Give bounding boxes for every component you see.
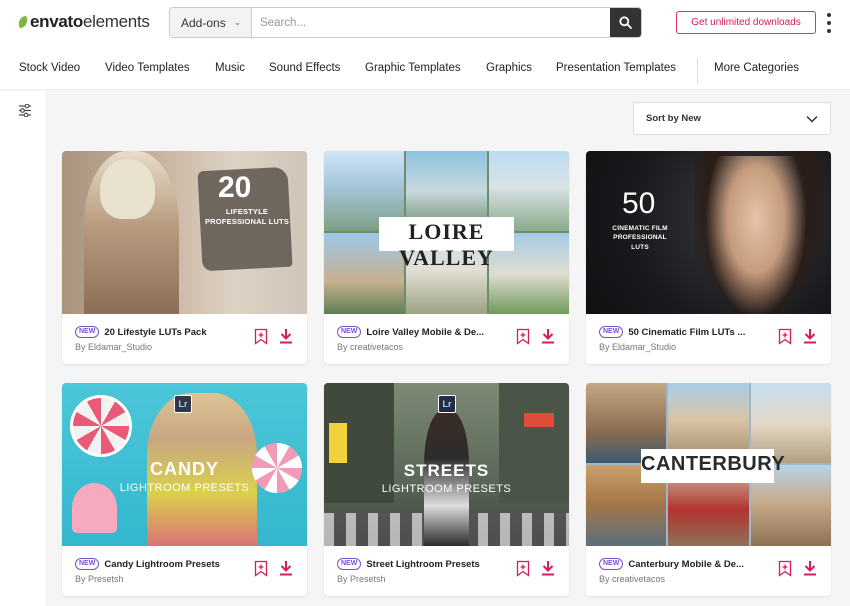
card-author[interactable]: By Eldamar_Studio bbox=[75, 342, 152, 352]
thumb-subtitle: LIGHTROOM PRESETS bbox=[119, 482, 250, 494]
bookmark-add-icon[interactable] bbox=[778, 328, 792, 345]
filter-sidebar bbox=[0, 91, 47, 606]
nav-video-templates[interactable]: Video Templates bbox=[105, 62, 190, 74]
chevron-down-icon: ⌄ bbox=[233, 17, 242, 27]
card-thumbnail[interactable]: LOIRE VALLEY bbox=[324, 151, 569, 314]
thumb-banner-title: LOIRE VALLEY bbox=[399, 219, 494, 270]
nav-sound-effects[interactable]: Sound Effects bbox=[269, 62, 340, 74]
bookmark-add-icon[interactable] bbox=[254, 328, 268, 345]
search-input[interactable] bbox=[252, 8, 610, 37]
item-card[interactable]: Lr CANDY LIGHTROOM PRESETS NEW Candy Lig… bbox=[62, 383, 307, 596]
thumb-line2: PROFESSIONAL LUTS bbox=[204, 217, 290, 226]
nav-graphic-templates[interactable]: Graphic Templates bbox=[365, 62, 461, 74]
logo-light-text: elements bbox=[83, 12, 150, 31]
card-thumbnail[interactable]: Lr STREETS LIGHTROOM PRESETS bbox=[324, 383, 569, 546]
download-icon[interactable] bbox=[541, 560, 555, 576]
category-select-label: Add-ons bbox=[181, 15, 226, 30]
lightroom-icon: Lr bbox=[174, 395, 192, 413]
card-title[interactable]: Loire Valley Mobile & De... bbox=[366, 327, 484, 338]
card-title[interactable]: Candy Lightroom Presets bbox=[104, 559, 220, 570]
card-title[interactable]: 50 Cinematic Film LUTs ... bbox=[628, 327, 745, 338]
new-badge: NEW bbox=[75, 326, 100, 338]
thumb-subtitle: LIGHTROOM PRESETS bbox=[381, 483, 512, 495]
nav-stock-video[interactable]: Stock Video bbox=[19, 62, 80, 74]
new-badge: NEW bbox=[599, 558, 624, 570]
card-thumbnail[interactable]: Lr CANDY LIGHTROOM PRESETS bbox=[62, 383, 307, 546]
envato-elements-logo[interactable]: envatoelements bbox=[16, 12, 150, 32]
download-icon[interactable] bbox=[279, 328, 293, 344]
category-nav: Stock Video Video Templates Music Sound … bbox=[0, 46, 850, 90]
search-button[interactable] bbox=[610, 8, 641, 37]
download-icon[interactable] bbox=[803, 560, 817, 576]
card-author[interactable]: By creativetacos bbox=[599, 574, 665, 584]
new-badge: NEW bbox=[599, 326, 624, 338]
sort-dropdown-label: Sort by New bbox=[646, 113, 701, 124]
bookmark-add-icon[interactable] bbox=[516, 560, 530, 577]
chevron-down-icon bbox=[806, 115, 818, 123]
bookmark-add-icon[interactable] bbox=[778, 560, 792, 577]
card-title[interactable]: Canterbury Mobile & De... bbox=[628, 559, 744, 570]
top-header: envatoelements Add-ons ⌄ Get unlimited d… bbox=[0, 0, 850, 46]
nav-more-categories[interactable]: More Categories bbox=[714, 62, 799, 74]
filter-sliders-icon[interactable] bbox=[18, 104, 32, 117]
card-title[interactable]: 20 Lifestyle LUTs Pack bbox=[104, 327, 206, 338]
nav-music[interactable]: Music bbox=[215, 62, 245, 74]
card-thumbnail[interactable]: 20 LIFESTYLE PROFESSIONAL LUTS bbox=[62, 151, 307, 314]
logo-bold-text: envato bbox=[30, 12, 83, 31]
card-thumbnail[interactable]: 50 CINEMATIC FILM PROFESSIONAL LUTS bbox=[586, 151, 831, 314]
card-author[interactable]: By Presetsh bbox=[75, 574, 124, 584]
new-badge: NEW bbox=[337, 558, 362, 570]
sort-dropdown[interactable]: Sort by New bbox=[633, 102, 831, 135]
lightroom-icon: Lr bbox=[438, 395, 456, 413]
download-icon[interactable] bbox=[541, 328, 555, 344]
nav-presentation-templates[interactable]: Presentation Templates bbox=[556, 62, 676, 74]
thumb-number: 50 bbox=[622, 187, 656, 220]
get-unlimited-downloads-button[interactable]: Get unlimited downloads bbox=[676, 11, 816, 34]
item-card[interactable]: LOIRE VALLEY NEW Loire Valley Mobile & D… bbox=[324, 151, 569, 364]
bookmark-add-icon[interactable] bbox=[254, 560, 268, 577]
thumb-line2: PROFESSIONAL LUTS bbox=[613, 234, 667, 251]
leaf-icon bbox=[16, 15, 30, 29]
item-card[interactable]: 20 LIFESTYLE PROFESSIONAL LUTS NEW 20 Li… bbox=[62, 151, 307, 364]
download-icon[interactable] bbox=[279, 560, 293, 576]
nav-divider bbox=[697, 58, 698, 84]
card-author[interactable]: By creativetacos bbox=[337, 342, 403, 352]
category-select[interactable]: Add-ons ⌄ bbox=[170, 8, 252, 37]
nav-graphics[interactable]: Graphics bbox=[486, 62, 532, 74]
thumb-big-title: CANDY bbox=[149, 459, 219, 479]
bookmark-add-icon[interactable] bbox=[516, 328, 530, 345]
item-card[interactable]: Lr STREETS LIGHTROOM PRESETS NEW Street … bbox=[324, 383, 569, 596]
card-thumbnail[interactable]: CANTERBURY bbox=[586, 383, 831, 546]
card-title[interactable]: Street Lightroom Presets bbox=[366, 559, 480, 570]
card-author[interactable]: By Presetsh bbox=[337, 574, 386, 584]
card-author[interactable]: By Eldamar_Studio bbox=[599, 342, 676, 352]
item-card[interactable]: CANTERBURY NEW Canterbury Mobile & De...… bbox=[586, 383, 831, 596]
search-bar: Add-ons ⌄ bbox=[169, 7, 642, 38]
thumb-line1: LIFESTYLE bbox=[225, 207, 269, 216]
thumb-number: 20 bbox=[218, 171, 252, 204]
search-icon bbox=[619, 16, 632, 29]
new-badge: NEW bbox=[337, 326, 362, 338]
new-badge: NEW bbox=[75, 558, 100, 570]
download-icon[interactable] bbox=[803, 328, 817, 344]
more-menu-icon[interactable] bbox=[826, 13, 832, 33]
item-card[interactable]: 50 CINEMATIC FILM PROFESSIONAL LUTS NEW … bbox=[586, 151, 831, 364]
thumb-big-title: STREETS bbox=[403, 461, 490, 480]
thumb-banner-title: CANTERBURY bbox=[641, 453, 786, 475]
